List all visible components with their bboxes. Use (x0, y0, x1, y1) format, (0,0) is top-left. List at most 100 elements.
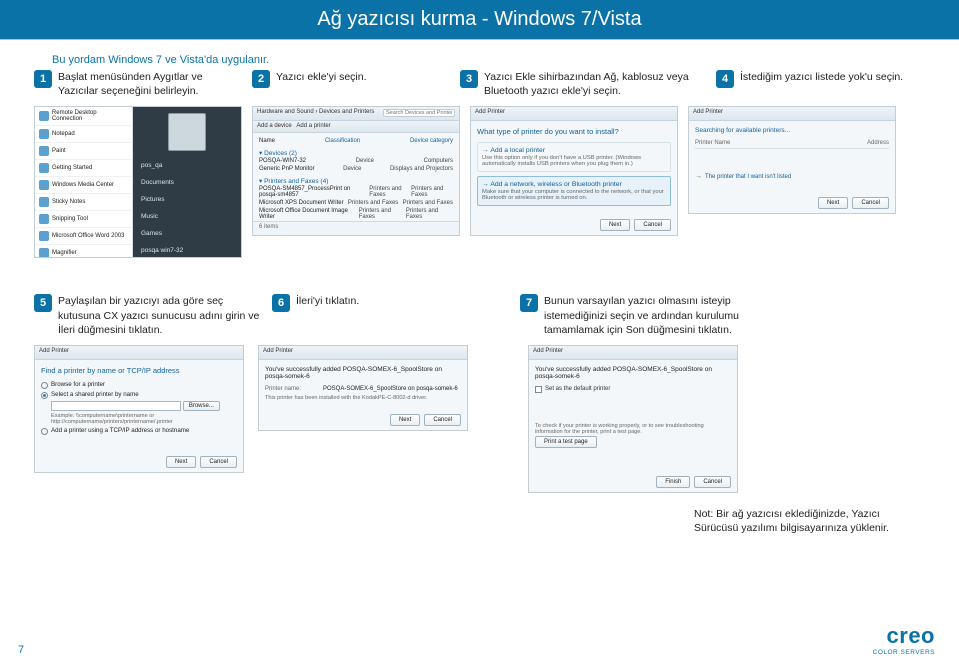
window-titlebar: Add Printer (529, 346, 737, 360)
radio-icon (41, 392, 48, 399)
radio-label: Add a printer using a TCP/IP address or … (51, 427, 189, 434)
wizard-footer: Next Cancel (600, 219, 671, 231)
screenshot-devices-printers: Hardware and Sound › Devices and Printer… (252, 106, 460, 236)
step-badge: 1 (34, 70, 52, 88)
col-name: Name (259, 138, 275, 144)
wizard-body: You've successfully added POSQA-SOMEX-6_… (259, 360, 467, 407)
device-row: POSQA-WIN7-32DeviceComputers (259, 157, 453, 165)
wizard-footer: Finish Cancel (656, 476, 731, 488)
screenshots-row-2: Add Printer Find a printer by name or TC… (0, 345, 959, 493)
app-icon (39, 231, 49, 241)
step-7: 7 Bunun varsayılan yazıcı olmasını istey… (520, 294, 766, 337)
printer-row: Microsoft Office Document Image WriterPr… (259, 207, 453, 221)
group-devices: ▾ Devices (2) (259, 149, 453, 157)
test-note: To check if your printer is working prop… (535, 423, 731, 435)
start-item: Magnifier (35, 245, 132, 258)
start-item: Snipping Tool (35, 211, 132, 228)
start-item-label: Getting Started (52, 165, 92, 171)
step-3: 3 Yazıcı Ekle sihirbazından Ağ, kablosuz… (460, 70, 708, 98)
group-devices-label: Devices (2) (264, 150, 297, 157)
radio-icon (41, 382, 48, 389)
label: Printer name: (265, 386, 317, 392)
start-item: Getting Started (35, 160, 132, 177)
start-item: Windows Media Center (35, 177, 132, 194)
next-button: Next (600, 219, 630, 231)
window-title: Add Printer (263, 348, 293, 354)
success-message: You've successfully added POSQA-SOMEX-6_… (535, 366, 731, 380)
radio-label: Browse for a printer (51, 381, 105, 388)
app-icon (39, 180, 49, 190)
window-title: Add Printer (533, 348, 563, 354)
intro-text: Bu yordam Windows 7 ve Vista'da uygulanı… (52, 54, 959, 66)
not-listed-link: → The printer that I want isn't listed (695, 173, 889, 180)
option-desc: Use this option only if you don't have a… (482, 155, 666, 167)
app-icon (39, 146, 49, 156)
arrow-icon: → (695, 173, 702, 180)
window-title: Add Printer (475, 109, 505, 115)
wizard-body: You've successfully added POSQA-SOMEX-6_… (529, 360, 737, 451)
start-right-item: pos_qa (133, 157, 241, 174)
start-item-label: Magnifier (52, 250, 77, 256)
cancel-button: Cancel (852, 197, 889, 209)
logo-word: creo (873, 623, 935, 649)
brand-logo: creo COLOR SERVERS (873, 623, 935, 656)
step-badge: 6 (272, 294, 290, 312)
steps-row-1: 1 Başlat menüsünden Aygıtlar ve Yazıcıla… (0, 70, 959, 98)
window-titlebar: Add Printer (471, 107, 677, 121)
app-icon (39, 163, 49, 173)
next-button: Next (390, 414, 420, 426)
cancel-button: Cancel (694, 476, 731, 488)
col-cat: Device category (410, 138, 453, 144)
toolbar-add-printer: Add a printer (296, 123, 330, 129)
group-printers: ▾ Printers and Faxes (4) (259, 177, 453, 185)
window-title: Add Printer (39, 348, 69, 354)
step-2: 2 Yazıcı ekle'yi seçin. (252, 70, 452, 98)
start-item-label: Sticky Notes (52, 199, 85, 205)
finish-button: Finish (656, 476, 690, 488)
steps-row-2: 5 Paylaşılan bir yazıcıyı ada göre seç k… (0, 294, 959, 337)
browse-button: Browse... (183, 401, 220, 411)
step-text: Paylaşılan bir yazıcıyı ada göre seç kut… (58, 294, 264, 337)
step-text: Yazıcı ekle'yi seçin. (276, 70, 367, 98)
screenshots-row-1: Remote Desktop Connection Notepad Paint … (0, 106, 959, 258)
radio-browse: Browse for a printer (41, 381, 237, 389)
page-header: Ağ yazıcısı kurma - Windows 7/Vista (0, 0, 959, 40)
start-item-label: Notepad (52, 131, 75, 137)
page-title: Ağ yazıcısı kurma - Windows 7/Vista (317, 8, 641, 31)
step-text: İleri'yi tıklatın. (296, 294, 359, 337)
wizard-footer: Next Cancel (166, 456, 237, 468)
printer-row: Microsoft XPS Document WriterPrinters an… (259, 199, 453, 207)
status-bar: 6 items (253, 221, 459, 235)
cancel-button: Cancel (200, 456, 237, 468)
window-titlebar: Add Printer (689, 107, 895, 121)
step-5: 5 Paylaşılan bir yazıcıyı ada göre seç k… (34, 294, 264, 337)
start-item: Paint (35, 143, 132, 160)
shared-name-input (51, 401, 181, 411)
driver-message: This printer has been installed with the… (265, 395, 461, 401)
devices-body: Name Classification Device category ▾ De… (253, 133, 459, 233)
wizard-body: What type of printer do you want to inst… (471, 121, 677, 216)
option-desc: Make sure that your computer is connecte… (482, 189, 666, 201)
start-right-item: Games (133, 225, 241, 242)
start-item-label: Remote Desktop Connection (52, 110, 128, 122)
cancel-button: Cancel (634, 219, 671, 231)
step-badge: 7 (520, 294, 538, 312)
col-class: Classification (325, 138, 360, 144)
option-network-printer: → Add a network, wireless or Bluetooth p… (477, 176, 671, 206)
step-text: Yazıcı Ekle sihirbazından Ağ, kablosuz v… (484, 70, 708, 98)
screenshot-start-menu: Remote Desktop Connection Notepad Paint … (34, 106, 242, 258)
wizard-heading: Find a printer by name or TCP/IP address (41, 366, 237, 375)
option-heading: → Add a local printer (482, 147, 666, 154)
step-4: 4 İstediğim yazıcı listede yok'u seçin. (716, 70, 936, 98)
step-badge: 2 (252, 70, 270, 88)
screenshot-find-printer: Add Printer Find a printer by name or TC… (34, 345, 244, 473)
default-printer-checkbox: Set as the default printer (535, 386, 731, 393)
start-item-label: Windows Media Center (52, 182, 114, 188)
page-number: 7 (18, 644, 24, 656)
start-right-item: posqa win7-32 (133, 242, 241, 258)
radio-tcpip: Add a printer using a TCP/IP address or … (41, 427, 237, 435)
toolbar-add-device: Add a device (257, 123, 292, 129)
option-heading: → Add a network, wireless or Bluetooth p… (482, 181, 666, 188)
step-1: 1 Başlat menüsünden Aygıtlar ve Yazıcıla… (34, 70, 244, 98)
next-button: Next (818, 197, 848, 209)
